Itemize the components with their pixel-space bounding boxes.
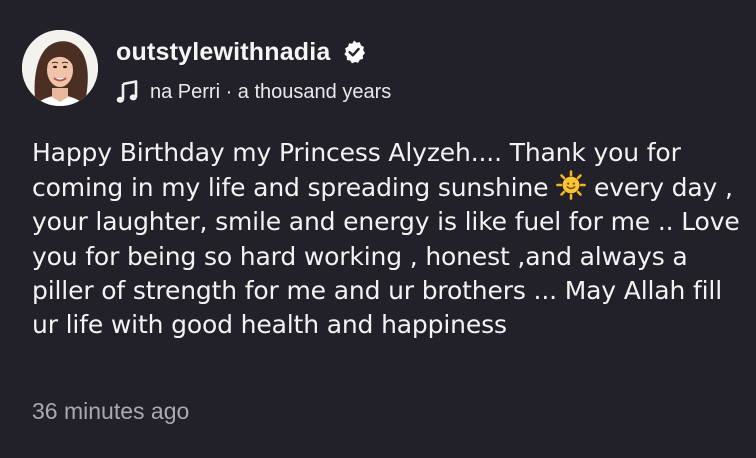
username[interactable]: outstylewithnadia [116,38,331,67]
post-caption: Happy Birthday my Princess Alyzeh.... Th… [32,136,747,342]
music-note-icon [116,80,138,103]
sun-emoji-icon [556,170,586,201]
verified-badge-icon [343,40,365,64]
music-track-label: na Perri · a thousand years [150,80,392,103]
avatar-image [22,30,98,106]
profile-avatar[interactable] [22,30,98,106]
post-timestamp: 36 minutes ago [32,398,190,424]
post-header: outstylewithnadia na Perri · a thousand … [22,30,722,110]
music-track[interactable]: na Perri · a thousand years [116,78,414,106]
username-row: outstylewithnadia [116,36,367,68]
